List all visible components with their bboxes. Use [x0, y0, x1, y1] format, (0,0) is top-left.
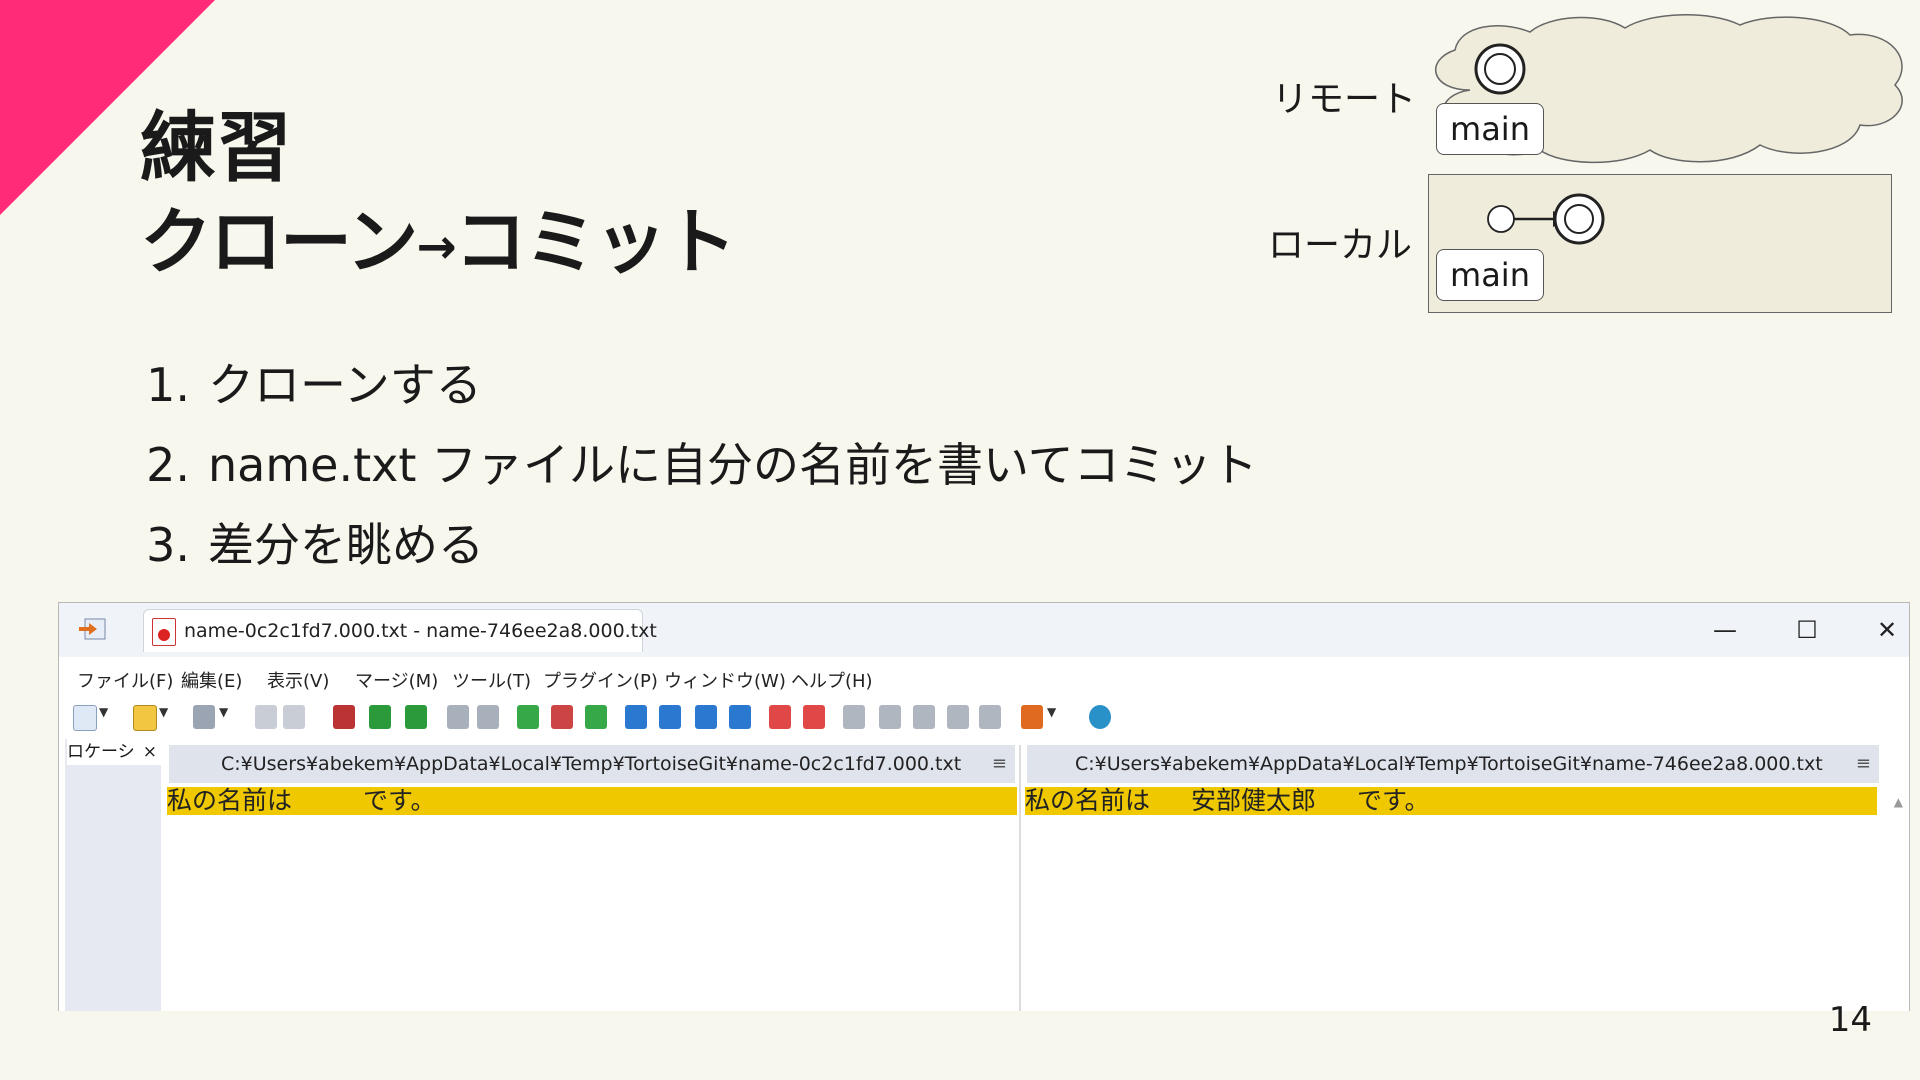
settings-icon[interactable] — [1021, 705, 1043, 729]
local-label: ローカル — [1268, 225, 1413, 266]
collapse-icon[interactable] — [843, 705, 865, 729]
file-icon — [152, 618, 176, 646]
remote-branch-label: main — [1436, 103, 1544, 155]
use-left-icon[interactable] — [625, 705, 647, 729]
menu-icon[interactable]: ≡ — [992, 745, 1007, 783]
use-block-icon[interactable] — [729, 705, 751, 729]
list-item: 1. クローンする — [146, 358, 482, 412]
prev-diff-icon[interactable] — [405, 705, 427, 729]
chevron-down-icon[interactable]: ▼ — [159, 705, 169, 729]
menu-bar: ファイル(F) 編集(E) 表示(V) マージ(M) ツール(T) プラグイン(… — [59, 657, 1909, 695]
use-both-icon[interactable] — [695, 705, 717, 729]
menu-edit[interactable]: 編集(E) — [181, 667, 242, 693]
close-icon[interactable]: × — [143, 739, 157, 765]
location-pane-header: ロケーシ × — [67, 739, 161, 765]
view-icon[interactable] — [333, 705, 355, 729]
scroll-up-icon[interactable]: ▲ — [1894, 795, 1903, 809]
inline-diff-icon[interactable] — [585, 705, 607, 729]
title-bar: name-0c2c1fd7.000.txt - name-746ee2a8.00… — [59, 603, 1909, 657]
app-icon — [79, 618, 106, 640]
remote-label: リモート — [1272, 79, 1417, 120]
title-line-1: 練習 — [140, 103, 292, 192]
pane-divider[interactable] — [1019, 745, 1021, 1011]
new-file-icon[interactable] — [73, 705, 97, 731]
menu-help[interactable]: ヘルプ(H) — [791, 667, 873, 693]
list-item: 2. name.txt ファイルに自分の名前を書いてコミット — [146, 438, 1258, 492]
right-file-path: C:¥Users¥abekem¥AppData¥Local¥Temp¥Torto… — [1075, 753, 1823, 775]
title-line-2: クローン→コミット — [140, 200, 737, 284]
left-diff-pane[interactable]: 私の名前は です。 — [167, 783, 1017, 1011]
prev-conflict-icon[interactable] — [477, 705, 499, 729]
slide-title: 練習 クローン→コミット — [140, 100, 737, 295]
open-folder-icon[interactable] — [133, 705, 157, 731]
document-tab[interactable]: name-0c2c1fd7.000.txt - name-746ee2a8.00… — [143, 609, 657, 652]
menu-window[interactable]: ウィンドウ(W) — [664, 667, 786, 693]
right-pane-header: C:¥Users¥abekem¥AppData¥Local¥Temp¥Torto… — [1027, 745, 1879, 783]
location-pane: ロケーシ × — [65, 739, 161, 1011]
menu-plugins[interactable]: プラグイン(P) — [543, 667, 658, 693]
chevron-down-icon[interactable]: ▼ — [99, 705, 109, 729]
toolbar: ▼ ▼ ▼ ▼ — [59, 695, 1909, 739]
menu-view[interactable]: 表示(V) — [267, 667, 329, 693]
arrow-icon: → — [416, 218, 456, 275]
save-icon[interactable] — [193, 705, 215, 729]
minimize-button[interactable]: — — [1705, 615, 1745, 645]
redo-icon[interactable] — [283, 705, 305, 729]
left-pane-header: C:¥Users¥abekem¥AppData¥Local¥Temp¥Torto… — [169, 745, 1015, 783]
menu-file[interactable]: ファイル(F) — [77, 667, 173, 693]
close-button[interactable]: ✕ — [1867, 615, 1907, 645]
jump-right-icon[interactable] — [979, 705, 1001, 729]
menu-tools[interactable]: ツール(T) — [452, 667, 531, 693]
next-conflict-icon[interactable] — [447, 705, 469, 729]
right-diff-pane[interactable]: 私の名前は 安部健太郎 です。 — [1025, 783, 1877, 1011]
list-item: 3. 差分を眺める — [146, 518, 484, 572]
maximize-button[interactable]: ☐ — [1787, 615, 1827, 645]
page-number: 14 — [1828, 1000, 1872, 1040]
diff-line: 私の名前は です。 — [167, 787, 1017, 815]
chevron-down-icon[interactable]: ▼ — [1047, 705, 1057, 729]
last-diff-icon[interactable] — [551, 705, 573, 729]
chevron-down-icon[interactable]: ▼ — [219, 705, 229, 729]
use-right-icon[interactable] — [659, 705, 681, 729]
mark-icon[interactable] — [769, 705, 791, 729]
menu-icon[interactable]: ≡ — [1856, 745, 1871, 783]
next-diff-icon[interactable] — [369, 705, 391, 729]
unmark-icon[interactable] — [803, 705, 825, 729]
next-change-icon[interactable] — [913, 705, 935, 729]
steps-list: 1. クローンする 2. name.txt ファイルに自分の名前を書いてコミット 3… — [118, 345, 1258, 585]
menu-merge[interactable]: マージ(M) — [355, 667, 438, 693]
refresh-icon[interactable] — [1089, 705, 1111, 729]
undo-icon[interactable] — [255, 705, 277, 729]
first-diff-icon[interactable] — [517, 705, 539, 729]
left-file-path: C:¥Users¥abekem¥AppData¥Local¥Temp¥Torto… — [221, 753, 962, 775]
local-branch-label: main — [1436, 249, 1544, 301]
diff-line: 私の名前は 安部健太郎 です。 — [1025, 787, 1877, 815]
jump-left-icon[interactable] — [947, 705, 969, 729]
merge-window: name-0c2c1fd7.000.txt - name-746ee2a8.00… — [58, 602, 1910, 1011]
prev-change-icon[interactable] — [879, 705, 901, 729]
